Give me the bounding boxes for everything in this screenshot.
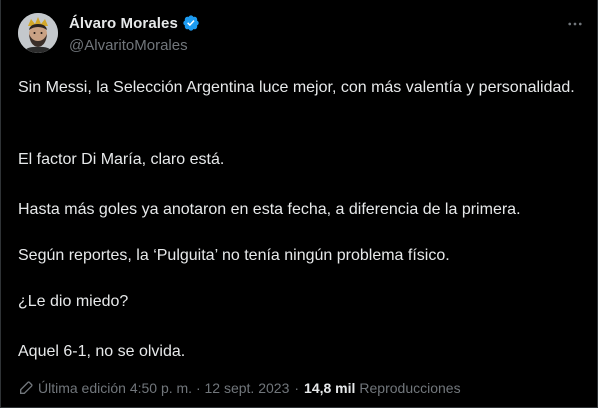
tweet-paragraph-4: Según reportes, la ‘Pulguita’ no tenía n… (18, 247, 450, 264)
tweet-paragraph-6: Aquel 6-1, no se olvida. (18, 343, 186, 360)
pencil-icon (18, 380, 34, 396)
author-handle[interactable]: @AlvaritoMorales (69, 37, 188, 54)
meta-separator: · (294, 380, 300, 396)
tweet-paragraph-1: Sin Messi, la Selección Argentina luce m… (18, 79, 575, 96)
author-name-row: Álvaro Morales (69, 13, 200, 33)
tweet-card: Álvaro Morales @AlvaritoMorales Sin Mess… (0, 0, 598, 408)
verified-badge-icon[interactable] (182, 14, 200, 32)
tweet-paragraph-3: Hasta más goles ya anotaron en esta fech… (18, 201, 521, 218)
tweet-meta: Última edición 4:50 p. m. · 12 sept. 202… (18, 377, 461, 399)
views-label: Reproducciones (359, 380, 461, 396)
avatar-image (18, 13, 58, 53)
author-name[interactable]: Álvaro Morales (69, 15, 178, 32)
tweet-paragraph-2: El factor Di María, claro está. (18, 151, 225, 168)
avatar[interactable] (18, 13, 58, 53)
last-edit-timestamp[interactable]: Última edición 4:50 p. m. · 12 sept. 202… (38, 380, 289, 396)
tweet-paragraph-5: ¿Le dio miedo? (18, 293, 129, 310)
views-count: 14,8 mil (304, 380, 356, 396)
more-horizontal-icon[interactable] (566, 15, 584, 33)
